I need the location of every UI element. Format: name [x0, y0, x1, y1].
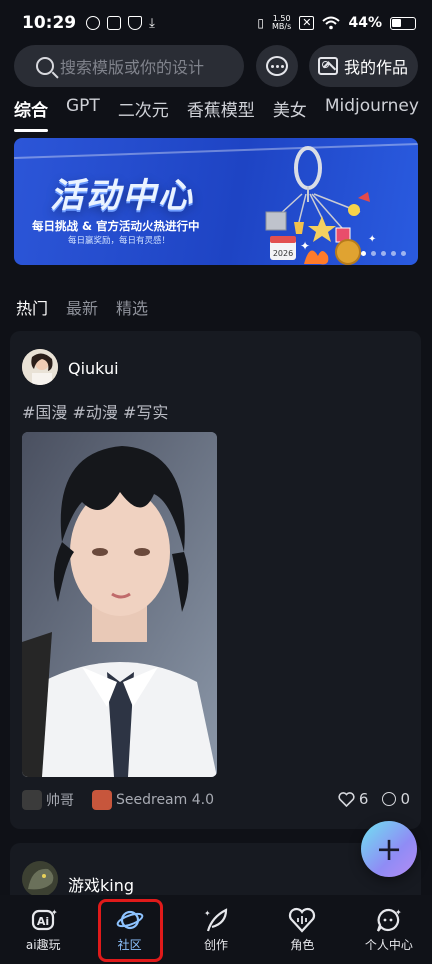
battery-icon — [390, 16, 416, 30]
author-name[interactable]: Qiukui — [68, 359, 119, 378]
nav-item-ai-play[interactable]: Ai ✦ ai趣玩 — [0, 895, 86, 964]
nav-label: 创作 — [204, 937, 229, 952]
model-name[interactable]: Seedream 4.0 — [116, 792, 214, 808]
chat-sparkle-icon: ✦ — [376, 908, 402, 932]
messages-button[interactable] — [256, 45, 298, 87]
banner-title: 活动中心 — [50, 176, 194, 216]
tab-hot[interactable]: 热门 — [16, 295, 48, 319]
app-notification-icon — [86, 16, 101, 30]
shield-notification-icon — [128, 16, 143, 30]
bottom-nav: Ai ✦ ai趣玩 社区 ✦ 创作 角色 ✦ 个人中心 — [0, 895, 432, 964]
wifi-icon — [322, 16, 341, 30]
search-icon — [36, 57, 54, 75]
create-fab-button[interactable]: + — [361, 821, 417, 877]
banner-pagination — [361, 251, 406, 256]
nav-item-profile[interactable]: ✦ 个人中心 — [346, 895, 432, 964]
banner-dot[interactable] — [391, 251, 396, 256]
status-bar: 10:29 ⤓ ▯ 1.50 MB/s ✕ 44% — [0, 0, 432, 46]
vibrate-icon: ▯ — [257, 16, 264, 30]
search-placeholder: 搜索模版或你的设计 — [60, 58, 205, 77]
highlight-box — [98, 899, 163, 962]
tab-midjourney[interactable]: Midjourney — [325, 96, 419, 126]
post-tags[interactable]: #国漫 #动漫 #写实 — [22, 399, 168, 423]
post-meta: 帅哥 Seedream 4.0 — [22, 790, 214, 810]
character-name[interactable]: 帅哥 — [46, 790, 74, 810]
author-avatar-next[interactable] — [22, 861, 58, 897]
nav-label: 角色 — [290, 937, 315, 952]
post-stats: 6 0 — [338, 790, 410, 808]
character-avatar — [22, 790, 42, 810]
banner-dot[interactable] — [371, 251, 376, 256]
event-banner[interactable]: 活动中心 每日挑战 & 官方活动火热进行中 每日赢奖励，每日有灵感！ 2026 … — [14, 138, 418, 265]
chat-bubble-icon — [266, 56, 288, 76]
voice-heart-icon — [289, 907, 316, 933]
model-icon — [92, 790, 112, 810]
svg-text:✦: ✦ — [368, 234, 376, 245]
svg-text:✦: ✦ — [395, 908, 402, 917]
sim-icon: ✕ — [299, 16, 315, 30]
net-speed: 1.50 MB/s — [272, 14, 292, 31]
notification-icons: ⤓ — [86, 16, 155, 31]
app-notification-icon — [107, 16, 122, 30]
svg-text:✦: ✦ — [204, 909, 211, 918]
like-icon[interactable] — [338, 791, 355, 807]
nav-item-character[interactable]: 角色 — [259, 895, 345, 964]
banner-dot[interactable] — [381, 251, 386, 256]
status-time: 10:29 — [22, 13, 77, 33]
comment-icon[interactable] — [382, 792, 397, 806]
post-image[interactable] — [22, 432, 217, 777]
comment-count: 0 — [400, 790, 410, 808]
feed-tabs: 热门 最新 精选 — [16, 295, 148, 319]
tab-anime[interactable]: 二次元 — [118, 96, 169, 126]
search-input[interactable]: 搜索模版或你的设计 — [14, 45, 244, 87]
svg-text:✦: ✦ — [51, 908, 57, 917]
author-name-next[interactable]: 游戏king — [68, 872, 134, 896]
banner-dot[interactable] — [401, 251, 406, 256]
banner-dot[interactable] — [361, 251, 366, 256]
nav-item-create[interactable]: ✦ 创作 — [173, 895, 259, 964]
badge-year: 2026 — [273, 249, 293, 258]
download-icon: ⤓ — [149, 15, 155, 31]
feather-icon: ✦ — [204, 907, 228, 931]
tab-featured[interactable]: 精选 — [116, 295, 148, 319]
status-right: ▯ 1.50 MB/s ✕ 44% — [257, 15, 416, 31]
tab-banana-model[interactable]: 香蕉模型 — [187, 96, 255, 126]
ai-sparkle-icon: Ai✦ — [32, 908, 57, 930]
svg-text:Ai: Ai — [37, 915, 49, 928]
tab-comprehensive[interactable]: 综合 — [14, 96, 48, 132]
plus-icon: + — [375, 830, 403, 868]
keychain-illustration: 2026 ✦ ✦ — [265, 146, 376, 265]
battery-percent: 44% — [348, 15, 382, 31]
image-icon — [318, 57, 338, 75]
banner-subtitle: 每日挑战 & 官方活动火热进行中 — [32, 219, 200, 233]
my-works-label: 我的作品 — [344, 58, 409, 77]
nav-label: 个人中心 — [364, 937, 413, 952]
tab-gpt[interactable]: GPT — [66, 96, 100, 126]
like-count: 6 — [358, 790, 369, 808]
tab-beauty[interactable]: 美女 — [273, 96, 307, 126]
banner-tagline: 每日赢奖励，每日有灵感！ — [68, 236, 171, 246]
nav-label: ai趣玩 — [25, 937, 61, 952]
my-works-button[interactable]: 我的作品 — [309, 45, 418, 87]
category-tabs: 综合 GPT 二次元 香蕉模型 美女 Midjourney — [14, 96, 419, 132]
author-avatar[interactable] — [22, 349, 58, 385]
svg-text:✦: ✦ — [300, 239, 310, 253]
tab-latest[interactable]: 最新 — [66, 295, 98, 319]
